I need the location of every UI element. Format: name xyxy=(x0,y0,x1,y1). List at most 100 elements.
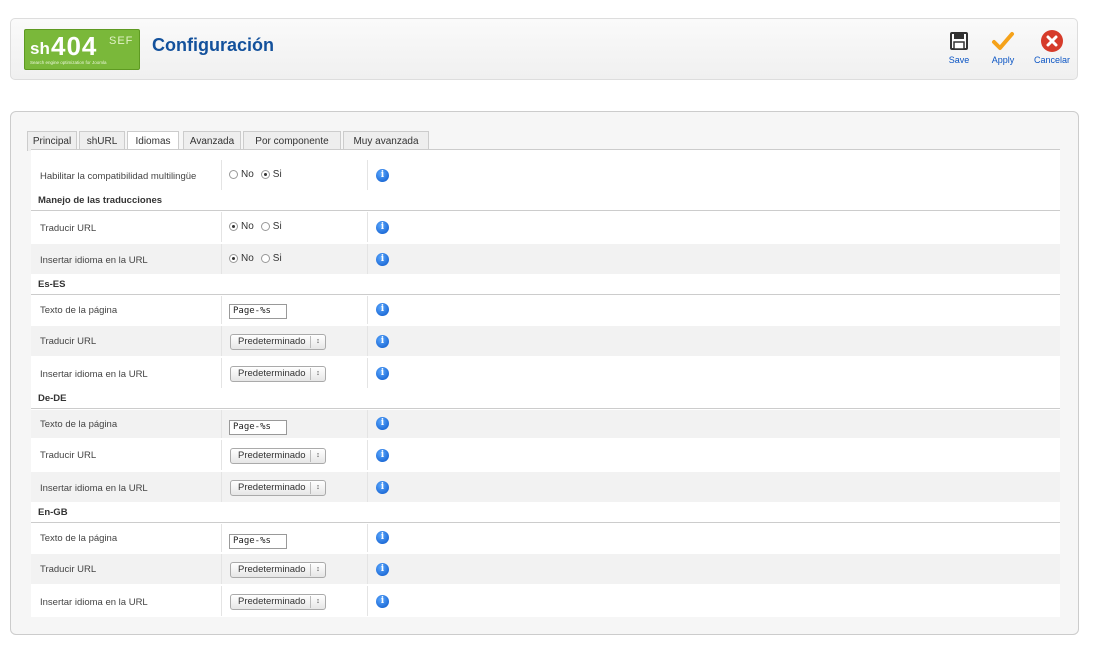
divider xyxy=(221,586,222,616)
es-page-text-input[interactable]: Page-%s xyxy=(229,304,287,319)
save-label: Save xyxy=(948,55,970,65)
section-header: Manejo de las traducciones xyxy=(31,192,1060,211)
radio-no[interactable]: No xyxy=(229,221,254,232)
apply-button[interactable]: Apply xyxy=(983,29,1023,65)
radio-si-label: Si xyxy=(272,253,282,264)
row-insert-lang: Insertar idioma en la URL No Si i xyxy=(31,244,1060,274)
section-title: Es-ES xyxy=(38,279,66,290)
divider xyxy=(367,326,368,356)
field-label: Insertar idioma en la URL xyxy=(40,255,148,266)
select-arrows-icon: ↕ xyxy=(310,564,325,576)
radio-no[interactable]: No xyxy=(229,253,254,264)
select-value: Predeterminado xyxy=(238,450,306,461)
field-label: Texto de la página xyxy=(40,419,118,430)
radio-si-label: Si xyxy=(272,221,282,232)
divider xyxy=(367,586,368,616)
divider xyxy=(367,160,368,190)
cancel-label: Cancelar xyxy=(1033,55,1071,65)
cancel-button[interactable]: Cancelar xyxy=(1029,29,1075,65)
multilingual-radio-group: No Si xyxy=(229,169,289,180)
radio-si[interactable]: Si xyxy=(260,169,282,180)
select-value: Predeterminado xyxy=(238,564,306,575)
select-arrows-icon: ↕ xyxy=(310,450,325,462)
page-title: Configuración xyxy=(152,35,274,55)
field-label: Traducir URL xyxy=(40,336,97,347)
tab-content: Habilitar la compatibilidad multilingüe … xyxy=(31,149,1060,617)
info-icon[interactable]: i xyxy=(376,303,389,316)
es-insert-select[interactable]: Predeterminado ↕ xyxy=(230,366,326,382)
divider xyxy=(367,410,368,438)
row-de-page-text: Texto de la página Page-%s i xyxy=(31,410,1060,438)
radio-si[interactable]: Si xyxy=(260,221,282,232)
field-label: Texto de la página xyxy=(40,305,118,316)
radio-no[interactable]: No xyxy=(229,169,254,180)
divider xyxy=(367,212,368,242)
row-translate-url: Traducir URL No Si i xyxy=(31,212,1060,242)
save-button[interactable]: Save xyxy=(941,29,977,65)
field-label: Insertar idioma en la URL xyxy=(40,483,148,494)
select-arrows-icon: ↕ xyxy=(310,336,325,348)
radio-si-label: Si xyxy=(272,169,282,180)
cancel-icon xyxy=(1041,30,1063,52)
de-translate-select[interactable]: Predeterminado ↕ xyxy=(230,448,326,464)
en-translate-select[interactable]: Predeterminado ↕ xyxy=(230,562,326,578)
de-insert-select[interactable]: Predeterminado ↕ xyxy=(230,480,326,496)
field-label: Insertar idioma en la URL xyxy=(40,597,148,608)
divider xyxy=(221,410,222,438)
tab-avanzada[interactable]: Avanzada xyxy=(183,131,241,151)
info-icon[interactable]: i xyxy=(376,531,389,544)
info-icon[interactable]: i xyxy=(376,449,389,462)
info-icon[interactable]: i xyxy=(376,417,389,430)
logo-tagline: Search engine optimization for Joomla xyxy=(30,60,107,65)
divider xyxy=(221,212,222,242)
info-icon[interactable]: i xyxy=(376,595,389,608)
divider xyxy=(367,358,368,388)
divider xyxy=(221,524,222,552)
checkmark-icon xyxy=(992,32,1014,50)
tab-principal[interactable]: Principal xyxy=(27,131,77,151)
info-icon[interactable]: i xyxy=(376,563,389,576)
row-en-page-text: Texto de la página Page-%s i xyxy=(31,524,1060,552)
row-de-insert: Insertar idioma en la URL Predeterminado… xyxy=(31,472,1060,502)
logo-sef: SEF xyxy=(109,35,134,47)
section-title: En-GB xyxy=(38,507,68,518)
info-icon[interactable]: i xyxy=(376,253,389,266)
info-icon[interactable]: i xyxy=(376,481,389,494)
row-en-insert: Insertar idioma en la URL Predeterminado… xyxy=(31,586,1060,616)
section-en-gb: En-GB xyxy=(31,504,1060,523)
field-label: Habilitar la compatibilidad multilingüe xyxy=(40,171,197,182)
divider xyxy=(221,244,222,274)
radio-si[interactable]: Si xyxy=(260,253,282,264)
tab-por-componente[interactable]: Por componente xyxy=(243,131,341,151)
section-es-es: Es-ES xyxy=(31,276,1060,295)
row-es-page-text: Texto de la página Page-%s i xyxy=(31,296,1060,324)
select-arrows-icon: ↕ xyxy=(310,482,325,494)
es-translate-select[interactable]: Predeterminado ↕ xyxy=(230,334,326,350)
tab-shurl[interactable]: shURL xyxy=(79,131,125,151)
section-de-de: De-DE xyxy=(31,390,1060,409)
divider xyxy=(221,554,222,584)
de-page-text-input[interactable]: Page-%s xyxy=(229,420,287,435)
radio-no-label: No xyxy=(241,221,254,232)
en-insert-select[interactable]: Predeterminado ↕ xyxy=(230,594,326,610)
info-icon[interactable]: i xyxy=(376,221,389,234)
divider xyxy=(367,440,368,470)
apply-label: Apply xyxy=(991,55,1015,65)
translate-url-radio-group: No Si xyxy=(229,221,289,232)
tab-muy-avanzada[interactable]: Muy avanzada xyxy=(343,131,429,151)
divider xyxy=(367,472,368,502)
info-icon[interactable]: i xyxy=(376,335,389,348)
select-value: Predeterminado xyxy=(238,596,306,607)
info-icon[interactable]: i xyxy=(376,169,389,182)
info-icon[interactable]: i xyxy=(376,367,389,380)
divider xyxy=(367,296,368,324)
toolbar: sh 404 SEF Search engine optimization fo… xyxy=(10,18,1078,80)
row-es-insert: Insertar idioma en la URL Predeterminado… xyxy=(31,358,1060,388)
logo-sh: sh xyxy=(30,39,50,58)
divider xyxy=(221,160,222,190)
field-label: Texto de la página xyxy=(40,533,118,544)
row-multilingual: Habilitar la compatibilidad multilingüe … xyxy=(31,160,1060,190)
divider xyxy=(221,326,222,356)
en-page-text-input[interactable]: Page-%s xyxy=(229,534,287,549)
select-arrows-icon: ↕ xyxy=(310,368,325,380)
